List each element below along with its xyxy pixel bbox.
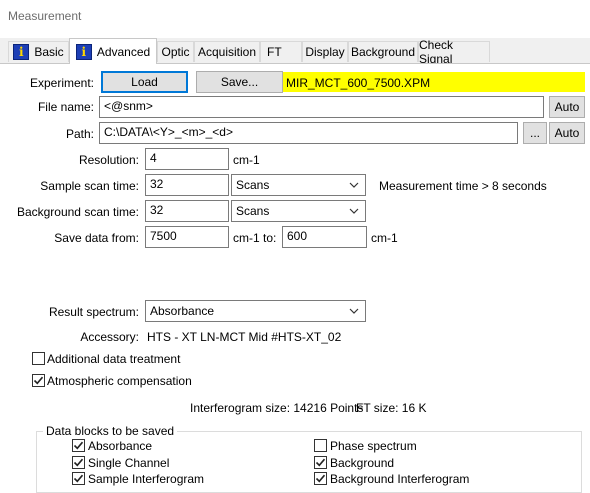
tab-display-label: Display [305, 45, 345, 59]
phase-spectrum-label: Phase spectrum [330, 439, 417, 453]
checkmark-icon [73, 458, 84, 467]
title-bar [0, 0, 590, 32]
tab-display[interactable]: Display [302, 41, 348, 62]
background-checkbox[interactable] [314, 456, 327, 469]
save-experiment-button[interactable]: Save... [196, 71, 283, 93]
resolution-label: Resolution: [78, 153, 139, 167]
chevron-down-icon [349, 208, 359, 214]
load-button[interactable]: Load [101, 71, 188, 93]
background-scan-time-input[interactable]: 32 [145, 200, 229, 222]
interferogram-size: Interferogram size: 14216 Points [190, 401, 364, 415]
checkmark-icon [73, 474, 84, 483]
single-channel-label: Single Channel [88, 456, 170, 470]
path-auto-button[interactable]: Auto [549, 122, 585, 144]
save-data-from-unit: cm-1 to: [233, 231, 277, 245]
sample-scan-time-input[interactable]: 32 [145, 174, 229, 196]
absorbance-label: Absorbance [88, 439, 153, 453]
background-scan-unit-value: Scans [236, 204, 270, 218]
tab-acquisition[interactable]: Acquisition [194, 41, 260, 62]
window-title: Measurement [8, 9, 82, 23]
tab-optic[interactable]: Optic [157, 41, 194, 62]
accessory-label: Accessory: [80, 330, 139, 344]
tab-background[interactable]: Background [348, 41, 418, 62]
ft-size: FT size: 16 K [356, 401, 427, 415]
sample-interferogram-checkbox[interactable] [72, 472, 85, 485]
measurement-time-info: Measurement time > 8 seconds [379, 179, 547, 193]
phase-spectrum-checkbox[interactable] [314, 439, 327, 452]
absorbance-checkbox[interactable] [72, 439, 85, 452]
save-data-from-label: Save data from: [54, 231, 139, 245]
resolution-unit: cm-1 [233, 153, 260, 167]
tab-check-signal-label: Check Signal [419, 38, 454, 66]
tab-ft[interactable]: FT [260, 41, 302, 62]
background-scan-time-label: Background scan time: [16, 205, 139, 219]
background-scan-unit-select[interactable]: Scans [231, 200, 366, 222]
sample-scan-unit-select[interactable]: Scans [231, 174, 366, 196]
info-icon: i [13, 44, 30, 60]
tab-optic-label: Optic [161, 45, 190, 59]
tab-check-signal[interactable]: Check Signal [418, 38, 490, 66]
file-name-label: File name: [37, 100, 94, 114]
additional-data-treatment-label: Additional data treatment [47, 352, 181, 366]
additional-data-treatment-checkbox[interactable] [32, 352, 45, 365]
checkmark-icon [33, 376, 44, 385]
checkmark-icon [315, 458, 326, 467]
sample-scan-unit-value: Scans [236, 178, 270, 192]
tab-basic-label: Basic [34, 45, 64, 59]
accessory-value: HTS - XT LN-MCT Mid #HTS-XT_02 [147, 330, 342, 344]
resolution-input[interactable]: 4 [145, 148, 229, 170]
background-interferogram-label: Background Interferogram [330, 472, 470, 486]
path-input[interactable]: C:\DATA\<Y>_<m>_<d> [99, 122, 518, 144]
file-name-auto-button[interactable]: Auto [549, 96, 585, 118]
browse-path-button[interactable]: ... [523, 122, 547, 144]
sample-scan-time-label: Sample scan time: [40, 179, 139, 193]
atmospheric-compensation-label: Atmospheric compensation [47, 374, 192, 388]
checkmark-icon [315, 474, 326, 483]
tab-advanced[interactable]: i Advanced [69, 38, 157, 64]
data-blocks-title: Data blocks to be saved [43, 424, 178, 438]
tab-basic[interactable]: i Basic [8, 41, 69, 62]
tab-advanced-label: Advanced [96, 44, 151, 59]
experiment-label: Experiment: [29, 76, 94, 90]
save-data-to-input[interactable]: 600 [282, 226, 367, 248]
tab-background-label: Background [350, 45, 416, 59]
checkmark-icon [73, 441, 84, 450]
tab-acquisition-label: Acquisition [197, 45, 257, 59]
tab-ft-label: FT [267, 45, 282, 59]
experiment-filename: MIR_MCT_600_7500.XPM [286, 76, 431, 90]
result-spectrum-label: Result spectrum: [48, 305, 139, 319]
save-data-to-unit: cm-1 [371, 231, 398, 245]
background-interferogram-checkbox[interactable] [314, 472, 327, 485]
path-label: Path: [65, 127, 94, 141]
sample-interferogram-label: Sample Interferogram [88, 472, 205, 486]
result-spectrum-value: Absorbance [150, 304, 215, 318]
chevron-down-icon [349, 182, 359, 188]
file-name-input[interactable]: <@snm> [99, 96, 544, 118]
single-channel-checkbox[interactable] [72, 456, 85, 469]
atmospheric-compensation-checkbox[interactable] [32, 374, 45, 387]
result-spectrum-select[interactable]: Absorbance [145, 300, 366, 322]
save-data-from-input[interactable]: 7500 [145, 226, 229, 248]
info-icon: i [75, 43, 92, 60]
background-label: Background [330, 456, 395, 470]
chevron-down-icon [349, 308, 359, 314]
